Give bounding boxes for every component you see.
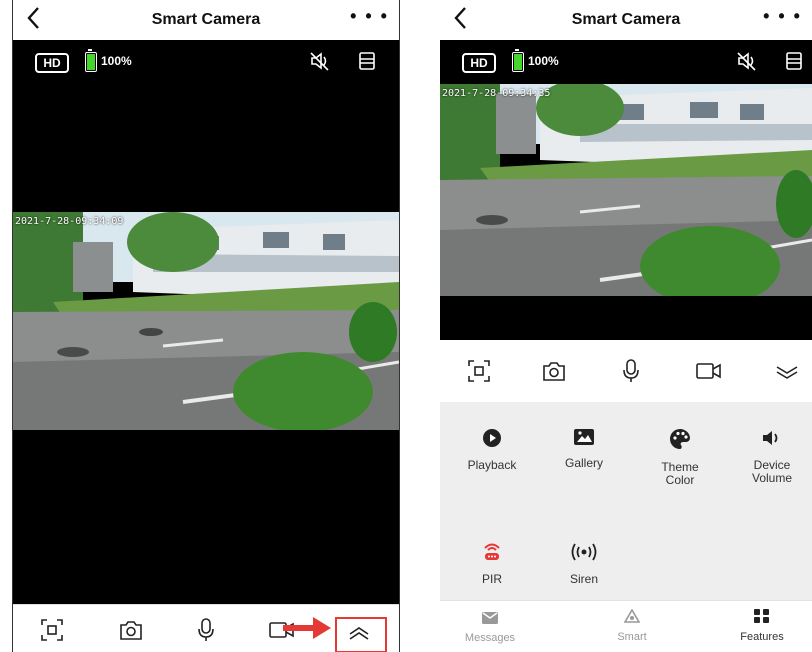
camera-feed-image: 2021-7-28-09:34:35: [440, 84, 812, 296]
feature-label: Theme Color: [661, 460, 699, 487]
mute-speaker-icon[interactable]: [309, 50, 331, 72]
feature-playback[interactable]: Playback: [452, 428, 532, 472]
mute-speaker-icon[interactable]: [736, 50, 758, 72]
nav-bar: Smart Camera • • •: [440, 0, 812, 40]
microphone-icon[interactable]: [622, 358, 640, 384]
battery-level: 100%: [101, 54, 132, 68]
camera-feed-image: 2021-7-28-09:34:09: [13, 212, 399, 430]
feature-theme-color[interactable]: Theme Color: [640, 428, 720, 487]
chevron-down-double-icon[interactable]: [774, 364, 800, 380]
feature-label: Siren: [569, 572, 598, 586]
feature-pir[interactable]: PIR: [452, 542, 532, 586]
smart-icon: [623, 608, 641, 623]
more-options-icon[interactable]: • • •: [350, 6, 389, 27]
gallery-icon: [574, 429, 594, 445]
page-title: Smart Camera: [151, 11, 261, 28]
layout-menu-icon[interactable]: [786, 52, 802, 70]
red-pointer-arrow-icon: [283, 617, 331, 639]
video-stream[interactable]: HD 100%: [440, 40, 812, 340]
tab-label: Messages: [464, 632, 516, 644]
feature-label: Gallery: [564, 456, 603, 470]
tab-features[interactable]: Features: [722, 609, 802, 643]
tab-label: Features: [740, 631, 784, 643]
tab-smart[interactable]: Smart: [592, 608, 672, 643]
more-options-icon[interactable]: • • •: [763, 6, 802, 27]
hd-quality-button[interactable]: HD: [462, 53, 496, 73]
microphone-icon[interactable]: [197, 617, 215, 643]
feature-siren[interactable]: Siren: [544, 542, 624, 586]
record-video-icon[interactable]: [696, 362, 722, 380]
control-toolbar: [440, 340, 812, 402]
phone-screen-live-view: Smart Camera • • • HD 100% 2021-7-28-09:…: [12, 0, 400, 652]
feature-label: Playback: [467, 458, 517, 472]
screenshot-icon[interactable]: [468, 360, 490, 382]
feature-label: PIR: [481, 572, 502, 586]
phone-screen-features-panel: Smart Camera • • • HD 100% 2021-7-28-09:…: [440, 0, 812, 652]
feature-device-volume[interactable]: Device Volume: [732, 428, 812, 485]
camera-icon[interactable]: [119, 619, 143, 641]
features-panel: Playback Gallery Theme Color Device Volu…: [440, 402, 812, 600]
battery-icon: [512, 49, 524, 72]
feature-label: Device Volume: [751, 458, 793, 485]
layout-menu-icon[interactable]: [359, 52, 375, 70]
battery-icon: [85, 49, 97, 72]
bottom-tab-bar: Messages Smart Features: [440, 600, 812, 652]
battery-level: 100%: [528, 54, 559, 68]
video-timestamp: 2021-7-28-09:34:35: [442, 88, 551, 99]
page-title: Smart Camera: [571, 11, 681, 28]
nav-bar: Smart Camera • • •: [13, 0, 399, 40]
palette-icon: [670, 429, 690, 449]
chevron-up-double-icon[interactable]: [347, 625, 371, 641]
tab-messages[interactable]: Messages: [450, 611, 530, 644]
screenshot-icon[interactable]: [41, 619, 63, 641]
grid-icon: [754, 609, 769, 623]
play-circle-icon: [483, 429, 501, 447]
control-toolbar: [13, 604, 399, 652]
siren-icon: [571, 543, 597, 561]
pir-sensor-icon: [484, 543, 500, 560]
video-stream[interactable]: HD 100%: [13, 40, 399, 604]
mail-icon: [482, 612, 498, 624]
video-timestamp: 2021-7-28-09:34:09: [15, 216, 124, 227]
hd-quality-button[interactable]: HD: [35, 53, 69, 73]
tab-label: Smart: [617, 631, 647, 643]
speaker-icon: [763, 431, 778, 445]
feature-gallery[interactable]: Gallery: [544, 428, 624, 470]
camera-icon[interactable]: [542, 360, 566, 382]
